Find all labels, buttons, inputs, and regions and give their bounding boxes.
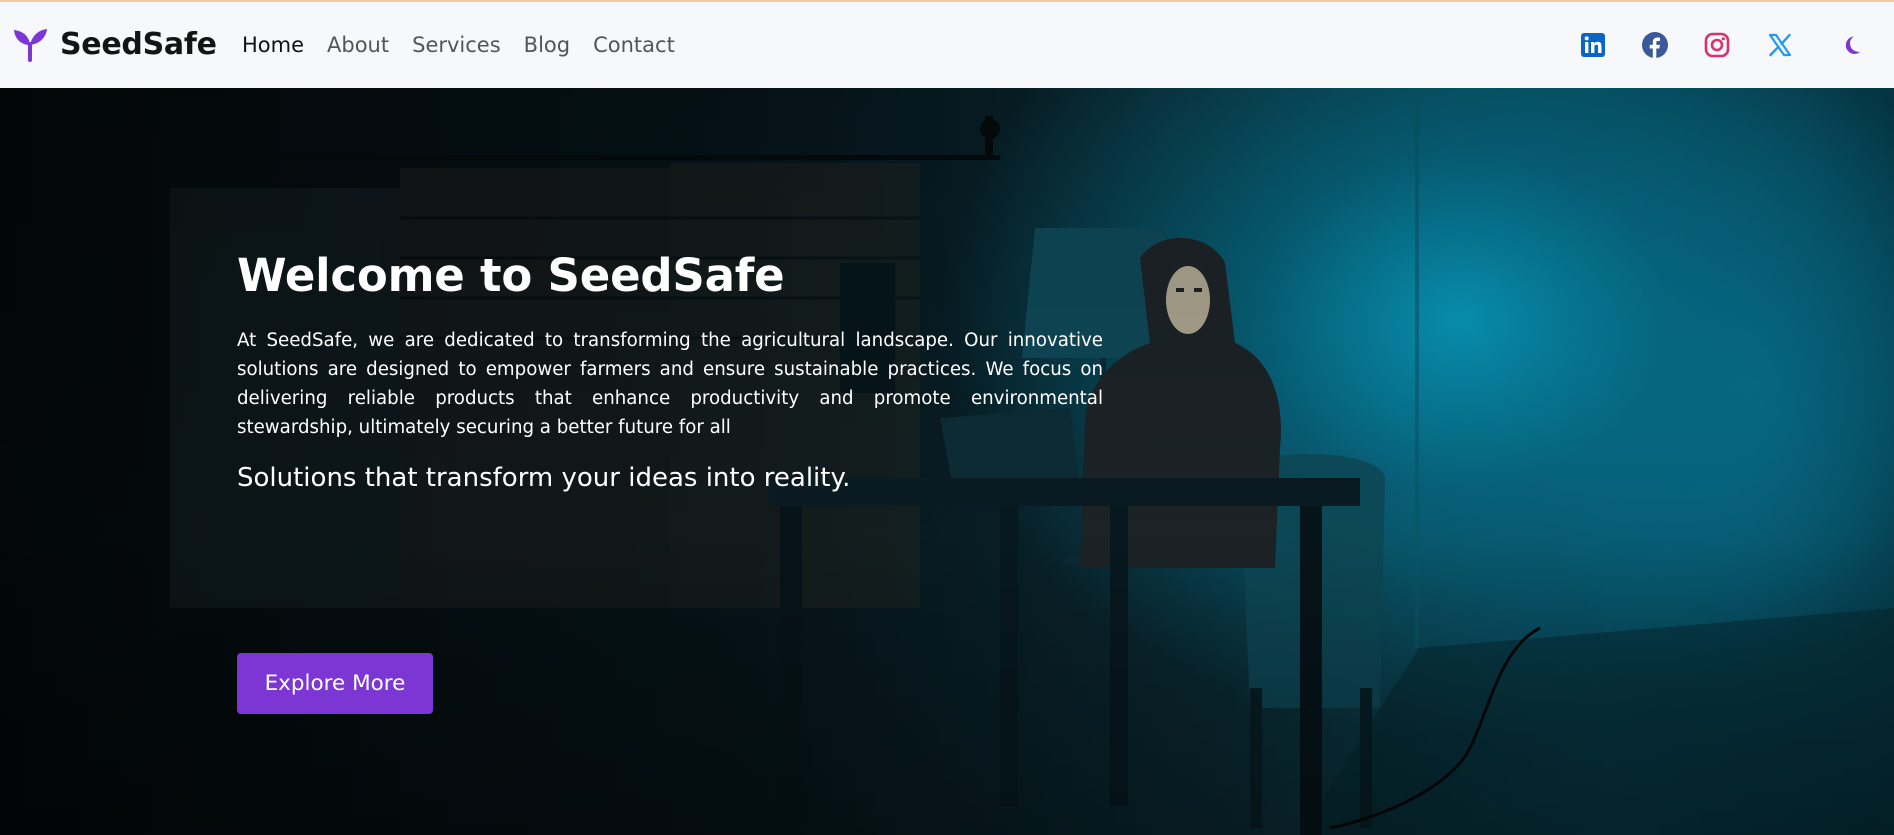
moon-icon (1845, 36, 1861, 54)
linkedin-link[interactable] (1576, 28, 1610, 62)
nav-about[interactable]: About (327, 30, 389, 60)
explore-more-button[interactable]: Explore More (237, 653, 433, 714)
brand-logo[interactable]: SeedSafe (12, 24, 217, 64)
navbar: SeedSafe Home About Services Blog Contac… (0, 2, 1894, 88)
facebook-icon (1642, 32, 1668, 58)
instagram-link[interactable] (1700, 28, 1734, 62)
hero-tagline: Solutions that transform your ideas into… (237, 463, 851, 493)
sprout-icon (14, 29, 47, 62)
x-twitter-link[interactable] (1763, 28, 1797, 62)
linkedin-icon (1581, 33, 1605, 57)
theme-toggle-button[interactable] (1834, 28, 1868, 62)
nav-services[interactable]: Services (412, 30, 501, 60)
main-nav: Home About Services Blog Contact (242, 30, 698, 60)
facebook-link[interactable] (1638, 28, 1672, 62)
x-twitter-icon (1768, 33, 1792, 57)
hero-content: Welcome to SeedSafe At SeedSafe, we are … (237, 248, 1103, 714)
instagram-icon (1704, 32, 1730, 58)
nav-contact[interactable]: Contact (593, 30, 675, 60)
hero-title: Welcome to SeedSafe (237, 249, 785, 302)
hero-section: Welcome to SeedSafe At SeedSafe, we are … (0, 88, 1894, 835)
nav-home[interactable]: Home (242, 30, 304, 60)
hero-description: At SeedSafe, we are dedicated to transfo… (237, 330, 1103, 438)
brand-name: SeedSafe (60, 26, 217, 62)
nav-blog[interactable]: Blog (524, 30, 570, 60)
